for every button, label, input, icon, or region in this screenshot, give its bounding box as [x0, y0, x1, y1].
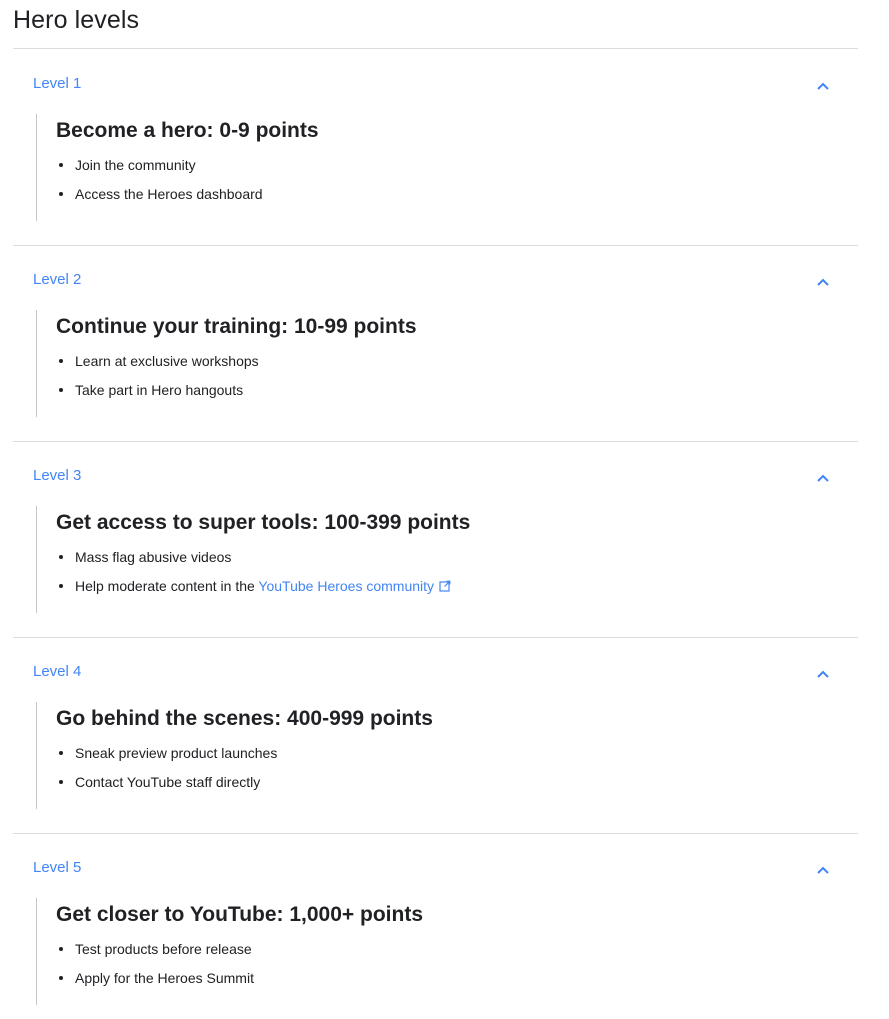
level-3-label: Level 3 — [33, 467, 82, 484]
bullet-icon — [59, 947, 63, 951]
level-4-perks-list: Sneak preview product launches Contact Y… — [56, 744, 277, 802]
level-section-1: Level 1 Become a hero: 0-9 points Join t… — [13, 50, 858, 246]
title-divider — [13, 48, 858, 49]
level-section-2: Level 2 Continue your training: 10-99 po… — [13, 246, 858, 442]
level-5-expander[interactable]: Level 5 — [13, 834, 858, 904]
bullet-icon — [59, 751, 63, 755]
bullet-icon — [59, 359, 63, 363]
level-2-heading: Continue your training: 10-99 points — [56, 315, 417, 338]
level-4-content: Go behind the scenes: 400-999 points Sne… — [36, 702, 817, 809]
level-5-label: Level 5 — [33, 859, 82, 876]
list-item-text: Apply for the Heroes Summit — [75, 970, 254, 986]
list-item-text: Mass flag abusive videos — [75, 549, 232, 565]
list-item-text: Sneak preview product launches — [75, 745, 278, 761]
level-4-label: Level 4 — [33, 663, 82, 680]
chevron-up-icon[interactable] — [813, 666, 833, 682]
list-item-text: Help moderate content in the — [75, 578, 259, 594]
level-4-heading: Go behind the scenes: 400-999 points — [56, 707, 433, 730]
level-5-content: Get closer to YouTube: 1,000+ points Tes… — [36, 898, 817, 1005]
level-3-expander[interactable]: Level 3 — [13, 442, 858, 512]
level-2-content: Continue your training: 10-99 points Lea… — [36, 310, 817, 417]
level-1-content: Become a hero: 0-9 points Join the commu… — [36, 114, 817, 221]
level-3-perks-list: Mass flag abusive videos Help moderate c… — [56, 548, 451, 606]
hero-levels-page: Hero levels Level 1 Become a hero: 0-9 p… — [0, 0, 889, 1019]
list-item-text: Learn at exclusive workshops — [75, 353, 259, 369]
list-item: Take part in Hero hangouts — [56, 381, 259, 410]
list-item: Help moderate content in the YouTube Her… — [56, 577, 451, 606]
list-item: Contact YouTube staff directly — [56, 773, 277, 802]
list-item: Mass flag abusive videos — [56, 548, 451, 577]
list-item-text: Test products before release — [75, 941, 252, 957]
list-item: Test products before release — [56, 940, 254, 969]
bullet-icon — [59, 584, 63, 588]
level-1-perks-list: Join the community Access the Heroes das… — [56, 156, 263, 214]
list-item-text: Join the community — [75, 157, 196, 173]
level-2-perks-list: Learn at exclusive workshops Take part i… — [56, 352, 259, 410]
external-link-icon[interactable] — [439, 580, 451, 592]
chevron-up-icon[interactable] — [813, 78, 833, 94]
level-3-content: Get access to super tools: 100-399 point… — [36, 506, 817, 613]
level-1-heading: Become a hero: 0-9 points — [56, 119, 319, 142]
level-2-label: Level 2 — [33, 271, 82, 288]
list-item-text: Contact YouTube staff directly — [75, 774, 261, 790]
level-5-heading: Get closer to YouTube: 1,000+ points — [56, 903, 423, 926]
level-section-3: Level 3 Get access to super tools: 100-3… — [13, 442, 858, 638]
chevron-up-icon[interactable] — [813, 470, 833, 486]
list-item: Apply for the Heroes Summit — [56, 969, 254, 998]
list-item: Access the Heroes dashboard — [56, 185, 263, 214]
list-item-text: Take part in Hero hangouts — [75, 382, 244, 398]
level-4-expander[interactable]: Level 4 — [13, 638, 858, 708]
list-item: Join the community — [56, 156, 263, 185]
chevron-up-icon[interactable] — [813, 274, 833, 290]
bullet-icon — [59, 192, 63, 196]
youtube-heroes-community-link[interactable]: YouTube Heroes community — [258, 578, 434, 594]
level-section-4: Level 4 Go behind the scenes: 400-999 po… — [13, 638, 858, 834]
bullet-icon — [59, 388, 63, 392]
bullet-icon — [59, 976, 63, 980]
level-1-label: Level 1 — [33, 75, 82, 92]
bullet-icon — [59, 780, 63, 784]
bullet-icon — [59, 163, 63, 167]
bullet-icon — [59, 555, 63, 559]
level-section-5: Level 5 Get closer to YouTube: 1,000+ po… — [13, 834, 858, 1019]
level-3-heading: Get access to super tools: 100-399 point… — [56, 511, 471, 534]
level-1-expander[interactable]: Level 1 — [13, 50, 858, 120]
list-item-text: Access the Heroes dashboard — [75, 186, 263, 202]
page-title: Hero levels — [13, 6, 140, 34]
level-5-perks-list: Test products before release Apply for t… — [56, 940, 254, 998]
list-item: Sneak preview product launches — [56, 744, 277, 773]
chevron-up-icon[interactable] — [813, 862, 833, 878]
list-item: Learn at exclusive workshops — [56, 352, 259, 381]
level-2-expander[interactable]: Level 2 — [13, 246, 858, 316]
